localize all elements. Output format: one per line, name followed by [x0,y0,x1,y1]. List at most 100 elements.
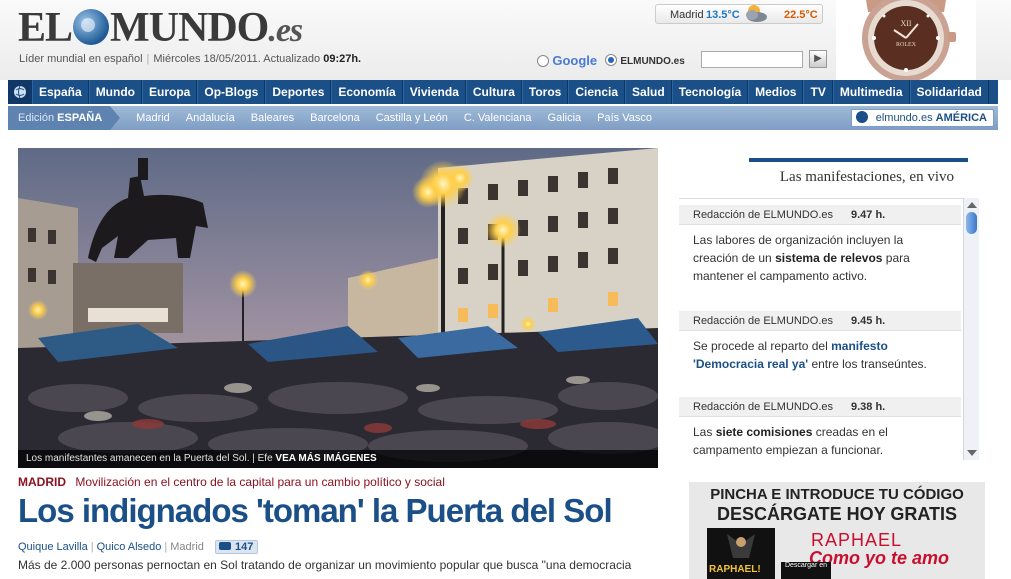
nav-item-ciencia[interactable]: Ciencia [568,80,626,104]
edition-selector[interactable]: Edición ESPAÑA [8,106,121,130]
search-option-google[interactable]: Google [537,53,597,68]
nav-item-mundo[interactable]: Mundo [88,80,143,104]
live-entry-text: Las labores de organización incluyen la … [679,225,961,285]
main-navigation: España Mundo Europa Op-Blogs Deportes Ec… [8,80,998,104]
search-input[interactable] [701,51,803,68]
nav-item-economia[interactable]: Economía [331,80,403,104]
svg-text:ROLEX: ROLEX [896,42,917,48]
live-panel-title[interactable]: Las manifestaciones, en vivo [749,158,968,186]
tagline-bar: Líder mundial en español | Miércoles 18/05… [19,53,361,65]
weather-max-temp: 22.5°C [784,9,818,21]
subnav-item-andalucia[interactable]: Andalucía [178,112,243,124]
section-label[interactable]: MADRID [18,475,66,489]
comment-count: 147 [234,541,254,553]
logo-text-es: .es [268,12,303,49]
live-feed[interactable]: Redacción de ELMUNDO.es 9.47 h. Las labor… [679,198,977,460]
tagline: Líder mundial en español [19,53,143,65]
updated-time: 09:27h. [323,53,362,65]
subnav-item-madrid[interactable]: Madrid [128,112,178,124]
divider: | [164,541,168,553]
home-button[interactable] [8,80,32,104]
live-entry-meta: Redacción de ELMUNDO.es 9.45 h. [679,311,961,331]
entry-source: Redacción de ELMUNDO.es [693,315,834,327]
subnav-item-baleares[interactable]: Baleares [243,112,302,124]
caption-text: Los manifestantes amanecen en la Puerta … [26,453,273,464]
search-button[interactable]: ▶ [809,50,827,68]
photo-caption: Los manifestantes amanecen en la Puerta … [18,450,658,468]
elmundo-label: ELMUNDO.es [620,56,685,67]
nav-item-espana[interactable]: España [32,80,89,104]
radio-elmundo[interactable] [605,54,617,66]
ad-line-1: PINCHA E INTRODUCE TU CÓDIGO [710,486,964,503]
scroll-up-icon[interactable] [967,202,977,208]
main-photo[interactable] [18,148,658,468]
nav-item-europa[interactable]: Europa [142,80,198,104]
nav-item-deportes[interactable]: Deportes [265,80,332,104]
nav-item-tv[interactable]: TV [803,80,833,104]
scroll-thumb[interactable] [966,212,977,234]
globe-icon [855,111,868,123]
entry-text-bold: sistema de relevos [775,251,883,265]
puerta-del-sol-photo [18,148,658,468]
live-entry-text: Las siete comisiones creadas en el campa… [679,417,961,459]
entry-time: 9.38 h. [851,401,886,413]
edition-label: Edición [18,112,55,124]
subnav-item-galicia[interactable]: Galicia [540,112,590,124]
logo-text-el: EL [18,5,73,51]
partly-cloudy-icon [746,5,767,22]
entry-text-part: entre los transeúntes. [808,357,927,371]
album-cover: RAPHAEL! [707,528,775,579]
edition-name: ESPAÑA [57,112,103,124]
download-badge[interactable]: Descargar en [781,562,831,579]
scroll-down-icon[interactable] [967,450,977,456]
live-entry-meta: Redacción de ELMUNDO.es 9.38 h. [679,397,961,417]
live-feed-scrollbar[interactable] [963,198,979,460]
nav-item-medios[interactable]: Medios [748,80,804,104]
weather-city: Madrid [670,9,704,21]
weather-min-temp: 13.5°C [706,9,740,21]
nav-item-multimedia[interactable]: Multimedia [832,80,910,104]
nav-item-solidaridad[interactable]: Solidaridad [909,80,989,104]
music-download-ad[interactable]: PINCHA E INTRODUCE TU CÓDIGO DESCÁRGATE … [689,482,985,579]
watch-ad[interactable]: XII ROLEX [836,0,976,80]
live-entry: Redacción de ELMUNDO.es 9.47 h. Las labor… [679,205,961,285]
divider: | [90,541,94,553]
regional-navigation: Edición ESPAÑA Madrid Andalucía Baleares… [8,106,998,130]
live-entry: Redacción de ELMUNDO.es 9.38 h. Las siete… [679,397,961,459]
subnav-item-valenciana[interactable]: C. Valenciana [456,112,540,124]
america-edition-link[interactable]: elmundo.es AMÉRICA [850,109,994,127]
nav-item-tecnologia[interactable]: Tecnología [671,80,749,104]
more-images-link[interactable]: VEA MÁS IMÁGENES [275,453,376,464]
globe-icon [14,85,26,99]
live-entry-text: Se procede al reparto del manifesto 'Dem… [679,331,961,373]
search-bar: Google ELMUNDO.es ▶ [535,50,835,72]
weather-widget[interactable]: Madrid 13.5°C 22.5°C [655,4,823,24]
nav-item-salud[interactable]: Salud [625,80,672,104]
nav-item-op-blogs[interactable]: Op-Blogs [197,80,266,104]
live-coverage-panel: Las manifestaciones, en vivo Redacción d… [679,158,979,462]
subnav-item-barcelona[interactable]: Barcelona [302,112,368,124]
subnav-item-castilla-leon[interactable]: Castilla y León [368,112,456,124]
radio-google[interactable] [537,55,549,67]
site-header: EL MUNDO.es Líder mundial en español | Miér… [0,0,1011,80]
nav-item-vivienda[interactable]: Vivienda [402,80,466,104]
author-link[interactable]: Quique Lavilla [18,541,88,553]
entry-source: Redacción de ELMUNDO.es [693,401,834,413]
site-logo[interactable]: EL MUNDO.es [18,5,303,53]
svg-text:XII: XII [900,19,911,28]
subnav-item-pais-vasco[interactable]: País Vasco [589,112,660,124]
entry-text-bold: siete comisiones [715,425,813,439]
live-entry-meta: Redacción de ELMUNDO.es 9.47 h. [679,205,961,225]
nav-item-toros[interactable]: Toros [521,80,569,104]
entry-time: 9.47 h. [851,209,886,221]
comments-button[interactable]: 147 [214,540,259,554]
comment-bubble-icon [218,542,231,550]
america-label-bold: AMÉRICA [935,112,987,124]
article-headline[interactable]: Los indignados 'toman' la Puerta del Sol [18,490,613,532]
search-option-elmundo[interactable]: ELMUNDO.es [605,53,685,67]
nav-item-cultura[interactable]: Cultura [465,80,522,104]
album-title: RAPHAEL! [709,564,761,575]
date-text: Miércoles 18/05/2011. Actualizado [153,53,321,65]
entry-text-part: Las [693,425,716,439]
author-link[interactable]: Quico Alsedo [97,541,162,553]
